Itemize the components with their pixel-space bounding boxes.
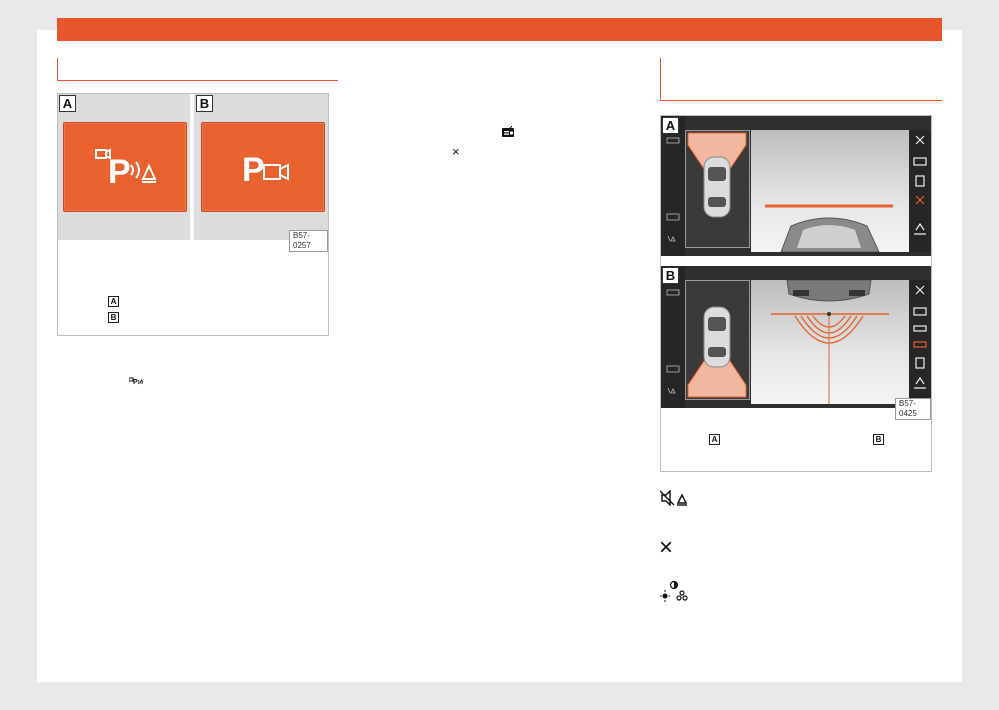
section-rule-right-vertical — [660, 58, 661, 101]
svg-text:P: P — [108, 153, 131, 191]
section-rule-left-vertical — [57, 58, 58, 81]
screen-b-left-bar — [661, 266, 685, 408]
figure2-caption-ref-a: A — [709, 434, 720, 445]
caption-ref-a-box: A — [108, 296, 119, 307]
camera-view-b — [751, 279, 909, 404]
camera-screen-icon — [502, 126, 514, 137]
camera-view-a — [751, 130, 909, 253]
section-rule-right — [660, 100, 942, 101]
screen-a: A — [661, 116, 931, 256]
park-sensor-icon: P — [129, 377, 143, 385]
figure2-label-a: A — [662, 117, 679, 134]
section-rule-left — [57, 80, 338, 81]
svg-text:P: P — [133, 379, 138, 385]
close-icon: × — [452, 144, 460, 159]
park-camera-icon: P — [242, 151, 289, 189]
figure2-code: B57-0425 — [895, 398, 931, 420]
caption-ref-b: B — [108, 312, 119, 323]
figure2-label-b: B — [662, 267, 679, 284]
caption-ref-b-box: B — [108, 312, 119, 323]
figure-camera-screens: A B B57-0425 A B — [660, 115, 932, 472]
figure2-caption-ref-a-box: A — [709, 434, 720, 445]
figure-divider — [190, 94, 194, 240]
close-large-icon: × — [659, 534, 674, 561]
screen-a-right-bar — [909, 130, 931, 252]
overhead-car-view-a — [685, 130, 750, 248]
screen-a-left-bar — [661, 116, 685, 256]
svg-text:P: P — [242, 151, 265, 189]
header-bar — [57, 18, 942, 41]
screen-b: B — [661, 266, 931, 408]
figure2-caption-ref-b-box: B — [873, 434, 884, 445]
park-camera-button[interactable]: P — [201, 122, 325, 212]
park-assist-button[interactable]: P — [63, 122, 187, 212]
figure-label-b: B — [196, 95, 213, 112]
screen-b-right-bar — [909, 280, 931, 404]
caption-ref-a: A — [108, 296, 119, 307]
park-assist-camera-sensor-icon: P — [95, 148, 157, 191]
figure-label-a: A — [59, 95, 76, 112]
figure2-caption-ref-b: B — [873, 434, 884, 445]
brightness-contrast-color-icon — [660, 580, 688, 602]
figure-code: B57-0257 — [289, 230, 328, 252]
overhead-car-view-b — [685, 280, 750, 400]
mute-sound-warning-icon — [660, 490, 688, 506]
figure-park-buttons: A B P P B57-0257 A B — [57, 93, 329, 336]
